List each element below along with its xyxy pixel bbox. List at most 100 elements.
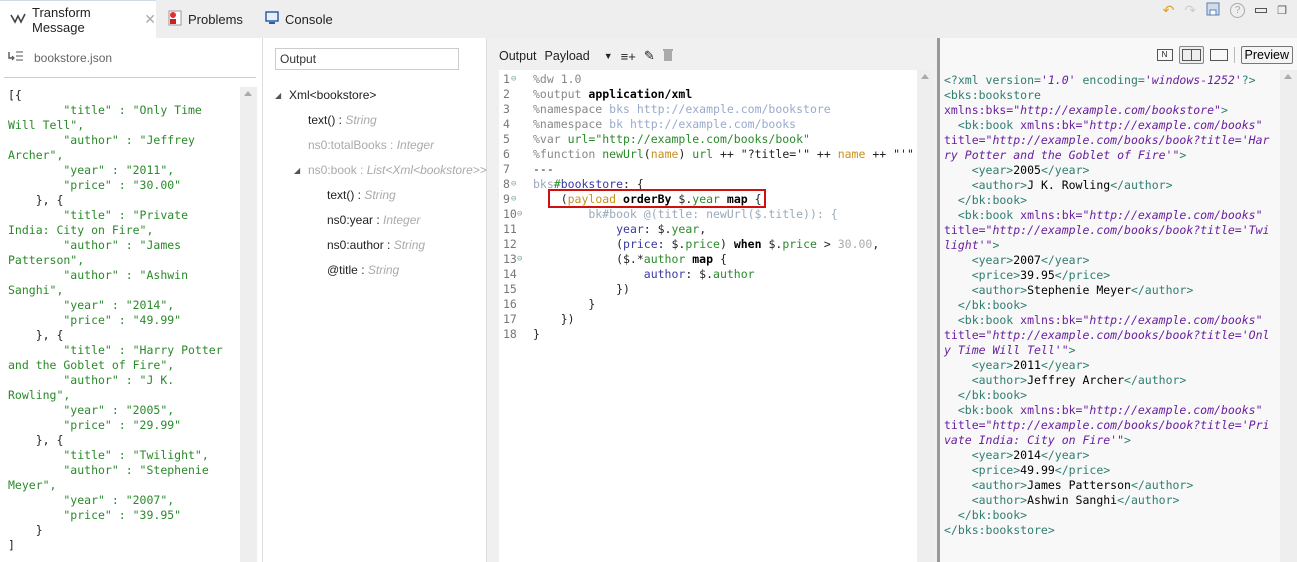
xml-line: title="http://example.com/books/book?tit… (944, 328, 1270, 342)
help-icon[interactable]: ? (1230, 2, 1246, 18)
payload-dropdown[interactable]: Payload (545, 49, 590, 63)
single-view-icon[interactable] (1209, 49, 1228, 61)
preview-panel: <?xml version='1.0' encoding='windows-12… (937, 38, 1297, 562)
json-line: "author" : "James (8, 238, 182, 252)
preview-button[interactable]: Preview (1240, 46, 1293, 64)
tab-label: Transform Message (32, 4, 91, 35)
fold-toggle-icon[interactable]: ⊖ (517, 207, 522, 222)
xml-line: vate India: City on Fire'"> (944, 433, 1131, 447)
undo-icon[interactable]: ↶ (1163, 2, 1175, 19)
json-line: ] (8, 538, 15, 552)
tree-node[interactable]: ◢ ns0:book : List<Xml<bookstore>> (294, 163, 487, 177)
xml-line: </bk:book> (944, 388, 1028, 402)
input-file-header[interactable]: bookstore.json (8, 50, 112, 65)
tree-node[interactable]: text() : String (327, 188, 396, 202)
tree-node-type: String (364, 188, 396, 202)
scroll-up-icon[interactable] (921, 74, 929, 79)
xml-line: <year>2014</year> (944, 448, 1090, 462)
json-line: }, { (8, 193, 64, 207)
line-number: 4 (503, 117, 510, 131)
tab-transform-message[interactable]: Transform Message ✕ (0, 0, 156, 38)
split-view-icon[interactable] (1178, 46, 1204, 64)
code-line: 7 --- (499, 162, 914, 177)
fold-toggle-icon[interactable]: ⊖ (511, 192, 516, 207)
edit-icon[interactable]: ✎ (644, 48, 655, 64)
tab-label: Console (285, 11, 333, 27)
xml-line: </bk:book> (944, 508, 1028, 522)
input-scrollbar[interactable] (240, 87, 257, 562)
output-search-input[interactable] (275, 48, 459, 70)
editor-scrollbar[interactable] (917, 70, 934, 562)
restore-icon[interactable]: ❐ (1277, 4, 1287, 17)
xml-line: title="http://example.com/books/book?tit… (944, 223, 1270, 237)
xml-line: <bk:book xmlns:bk="http://example.com/bo… (944, 403, 1263, 417)
code-line: 5 %var url="http://example.com/books/book… (499, 132, 914, 147)
preview-output[interactable]: <?xml version='1.0' encoding='windows-12… (944, 73, 1269, 538)
json-line: Meyer", (8, 478, 57, 492)
xml-line: </bk:book> (944, 298, 1028, 312)
xml-line: ry Potter and the Goblet of Fire'"> (944, 148, 1187, 162)
tree-node[interactable]: @title : String (327, 263, 399, 277)
line-number: 16 (503, 297, 517, 311)
expand-toggle-icon[interactable]: ◢ (275, 91, 281, 100)
tree-node-name: ns0:totalBooks : (308, 138, 397, 152)
json-line: "title" : "Only Time (8, 103, 202, 117)
tree-node-type: List<Xml<bookstore>> (366, 163, 487, 177)
close-icon[interactable]: ✕ (144, 11, 156, 28)
tree-node-type: Integer (383, 213, 421, 227)
tab-bar: Transform Message ✕ Problems Console ↶ ↷… (0, 0, 1297, 38)
tab-problems[interactable]: Problems (168, 0, 243, 38)
save-icon[interactable] (1206, 2, 1220, 19)
input-file-name: bookstore.json (34, 50, 113, 65)
xml-line: y Time Will Tell'"> (944, 343, 1076, 357)
tree-node[interactable]: text() : String (308, 113, 377, 127)
tree-node[interactable]: ns0:year : Integer (327, 213, 420, 227)
expand-toggle-icon[interactable]: ◢ (294, 166, 300, 175)
code-line: 15 }) (499, 282, 914, 297)
tree-node-name: @title : (327, 263, 368, 277)
minimize-icon[interactable] (1255, 7, 1268, 13)
line-number: 12 (503, 237, 517, 251)
delete-icon[interactable] (662, 48, 673, 64)
tree-node[interactable]: ◢ Xml<bookstore> (275, 88, 376, 102)
json-line: India: City on Fire", (8, 223, 154, 237)
line-number: 1 ⊖ (503, 72, 517, 87)
tree-node-type: String (345, 113, 377, 127)
line-number: 11 (503, 222, 517, 236)
xml-line: <price>49.99</price> (944, 463, 1111, 477)
redo-icon[interactable]: ↷ (1184, 2, 1196, 19)
source-only-icon[interactable]: N (1156, 49, 1173, 61)
tree-node[interactable]: ns0:author : String (327, 238, 425, 252)
json-line: Rowling", (8, 388, 71, 402)
code-line: 6 %function newUrl(name) url ++ "?title='… (499, 147, 914, 162)
json-line: "title" : "Twilight", (8, 448, 209, 462)
window-toolbar: ↶ ↷ ? ❐ (1163, 0, 1287, 20)
line-number: 10 ⊖ (503, 207, 523, 222)
line-number: 14 (503, 267, 517, 281)
tree-node-name: ns0:book : (308, 163, 367, 177)
scroll-up-icon[interactable] (1284, 74, 1292, 79)
tree-node[interactable]: ns0:totalBooks : Integer (308, 138, 434, 152)
code-editor[interactable]: 1 ⊖ %dw 1.0 2 %output application/xml 3 %names… (499, 70, 917, 562)
tree-node-type: String (367, 263, 400, 277)
editor-panel: Output Payload ▼ ≡+ ✎ 1 ⊖ %dw 1.0 2 %output … (487, 38, 937, 562)
code-line: 18} (499, 327, 914, 342)
add-output-icon[interactable]: ≡+ (621, 49, 636, 64)
xml-line: </bk:book> (944, 193, 1028, 207)
json-line: Will Tell", (8, 118, 85, 132)
json-line: "author" : "J K. (8, 373, 175, 387)
xml-line: <?xml version='1.0' encoding='windows-12… (944, 73, 1256, 87)
output-label: Output (499, 49, 537, 63)
tab-console[interactable]: Console (265, 0, 333, 38)
chevron-down-icon[interactable]: ▼ (604, 51, 613, 61)
fold-toggle-icon[interactable]: ⊖ (511, 72, 516, 87)
fold-toggle-icon[interactable]: ⊖ (511, 177, 516, 192)
json-line: }, { (8, 433, 64, 447)
line-number: 3 (503, 102, 510, 116)
preview-scrollbar[interactable] (1280, 70, 1297, 562)
input-json-view[interactable]: [{ "title" : "Only Time Will Tell", "auth… (8, 88, 223, 553)
problems-icon (168, 10, 182, 29)
fold-toggle-icon[interactable]: ⊖ (517, 252, 522, 267)
xml-line: <year>2011</year> (944, 358, 1090, 372)
scroll-up-icon[interactable] (244, 91, 252, 96)
